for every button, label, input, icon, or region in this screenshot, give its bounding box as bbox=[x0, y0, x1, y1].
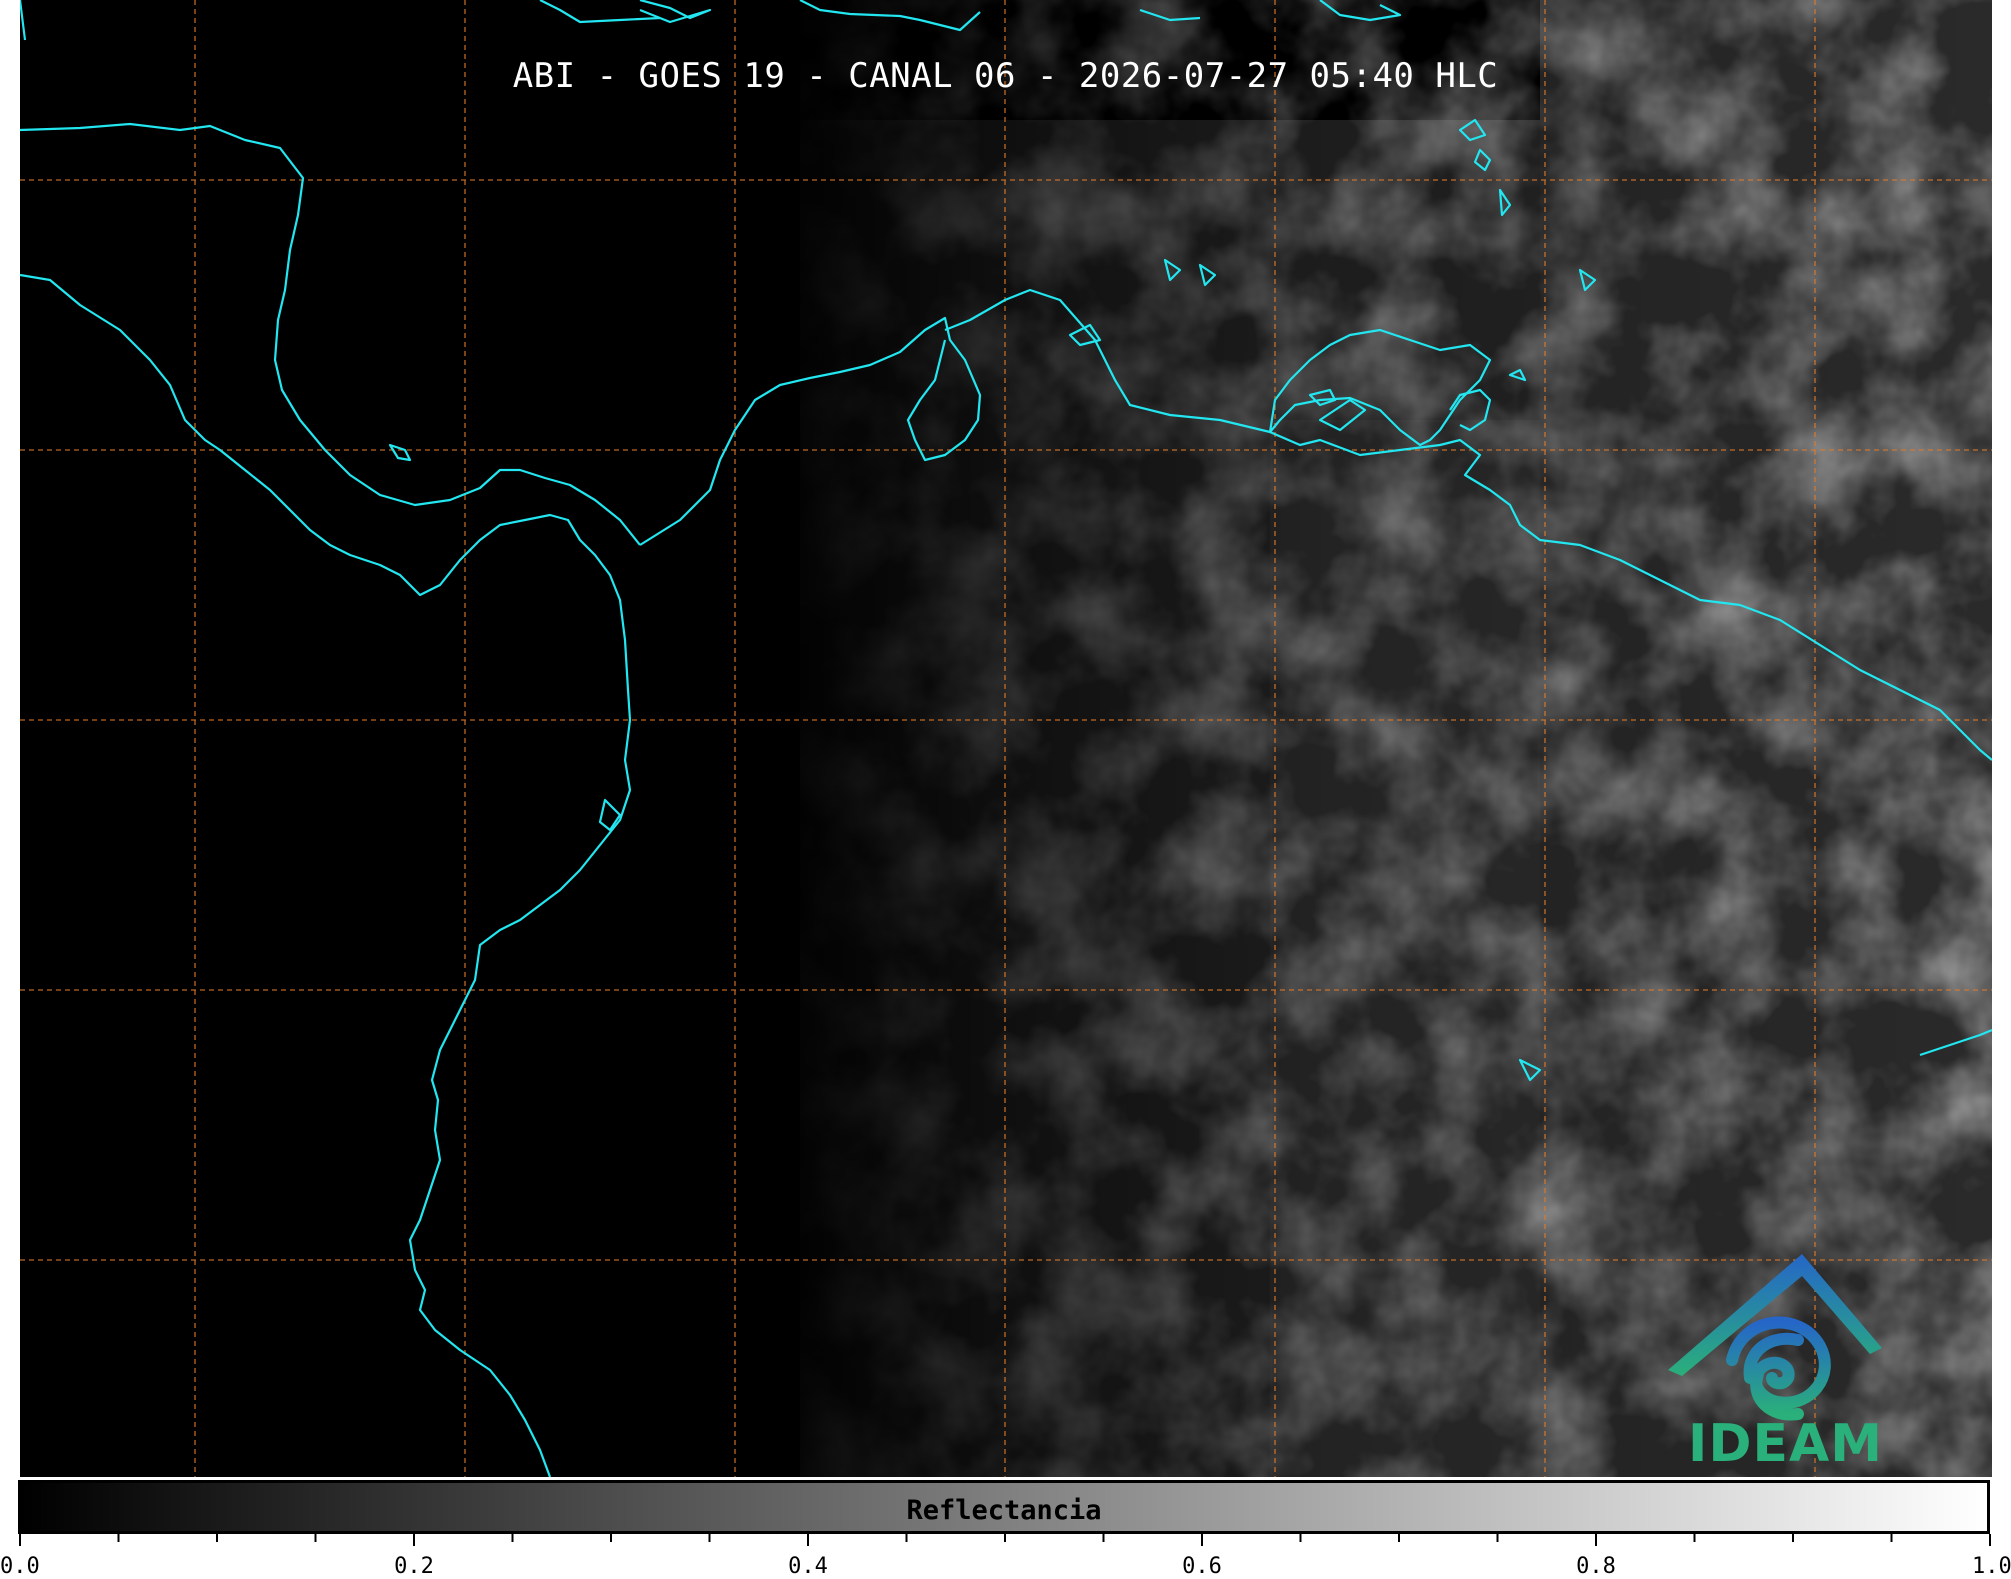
colorbar-tick-label: 0.6 bbox=[1182, 1554, 1222, 1579]
colorbar-tick-label: 0.2 bbox=[394, 1554, 434, 1579]
colorbar-tick-label: 1.0 bbox=[1972, 1554, 2011, 1579]
ideam-logo-text: IDEAM bbox=[1688, 1414, 1884, 1474]
colorbar-ticks bbox=[19, 1534, 1991, 1546]
colorbar: Reflectancia bbox=[18, 1480, 1990, 1534]
map-title: ABI - GOES 19 - CANAL 06 - 2026-07-27 05… bbox=[512, 56, 1499, 96]
colorbar-label: Reflectancia bbox=[906, 1495, 1102, 1526]
colorbar-tick-label: 0.0 bbox=[0, 1554, 40, 1579]
colorbar-tick-label: 0.4 bbox=[788, 1554, 828, 1579]
colorbar-tick-label: 0.8 bbox=[1576, 1554, 1616, 1579]
